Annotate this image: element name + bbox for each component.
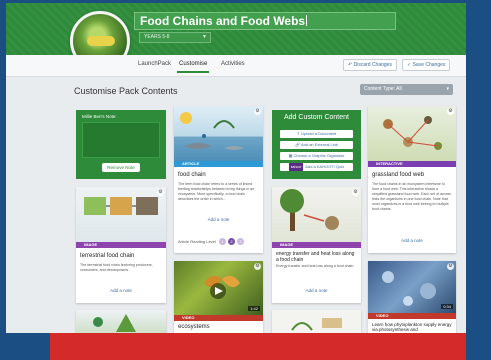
card-menu-icon[interactable]: ⚙ [447, 263, 454, 270]
card-title: terrestrial food chain [80, 253, 135, 259]
type-tag: IMAGE [76, 242, 166, 248]
note-label: Millie Ben's Note: [82, 114, 117, 119]
card-grassland-food-web[interactable]: ⚙ INTERACTIVE grassland food web The foo… [368, 106, 456, 253]
card-food-chain[interactable]: ⚙ ARTICLE food chain The term food chain… [174, 106, 263, 253]
tab-launchpack[interactable]: LaunchPack [138, 61, 171, 67]
type-tag: ARTICLE [174, 161, 263, 167]
tab-bar: LaunchPack Customise Activities ↶ Discar… [6, 55, 466, 77]
reading-level-3[interactable]: 3 [236, 238, 244, 245]
content-type-filter[interactable]: Content Type: All ▾ [360, 84, 453, 95]
upload-document-button[interactable]: ⇪ Upload a Document [280, 130, 353, 138]
type-tag: INTERACTIVE [368, 161, 456, 167]
grassland-image [368, 106, 456, 161]
card-title: ecosystems [178, 324, 210, 330]
card-description: The term food chain refers to a series o… [178, 182, 255, 201]
reading-level-2[interactable]: 2 [227, 238, 235, 245]
pack-header: Food Chains and Food Webs YEARS 5-8 ▼ [6, 3, 466, 71]
type-tag: VIDEO [174, 315, 263, 321]
backdrop-accent [50, 330, 491, 360]
card-menu-icon[interactable]: ⚙ [352, 189, 359, 196]
text-caret [306, 15, 308, 26]
card-description: The food chains in an ecosystem intertwi… [372, 182, 451, 211]
chevron-down-icon: ▾ [446, 86, 449, 92]
add-external-link-button[interactable]: 🔗 Add an External Link [280, 141, 353, 149]
card-title: Learn how phytoplankton supply energy vi… [372, 322, 452, 332]
card-title: energy transfer and heat loss along a fo… [276, 251, 355, 263]
type-tag: VIDEO [368, 313, 456, 319]
card-description: The terrestrial food chain featuring pro… [80, 263, 153, 272]
chevron-down-icon: ▼ [202, 34, 207, 40]
reading-level: Article Reading Level 123 [178, 238, 244, 245]
video-duration: 0:34 [441, 304, 453, 309]
teacher-note-card: Millie Ben's Note: Remove Note [76, 110, 166, 179]
backdrop-right [466, 0, 491, 360]
add-note-link[interactable]: Add a note [76, 288, 166, 293]
card-menu-icon[interactable]: ⚙ [254, 108, 261, 115]
caterpillar-image [87, 36, 115, 46]
tab-customise[interactable]: Customise [176, 61, 210, 73]
energy-transfer-image [272, 187, 361, 242]
reading-level-1[interactable]: 1 [218, 238, 226, 245]
section-title: Customise Pack Contents [74, 86, 178, 96]
card-partial-left[interactable] [76, 310, 166, 333]
level-select[interactable]: YEARS 5-8 ▼ [139, 32, 211, 43]
card-partial-middle[interactable] [272, 310, 361, 333]
card-title: food chain [178, 172, 206, 178]
note-textarea[interactable] [82, 122, 160, 158]
tab-activities[interactable]: Activities [221, 61, 245, 67]
add-note-link[interactable]: Add a note [272, 288, 361, 293]
video-duration: 1:42 [248, 306, 260, 311]
card-menu-icon[interactable]: ⚙ [254, 263, 261, 270]
remove-note-button[interactable]: Remove Note [102, 163, 140, 172]
app-window: Food Chains and Food Webs YEARS 5-8 ▼ La… [6, 3, 466, 333]
card-description: Energy transfer and heat loss along a fo… [276, 264, 355, 268]
terrestrial-image [76, 187, 166, 242]
add-note-link[interactable]: Add a note [174, 217, 263, 222]
food-chain-image [174, 106, 263, 161]
save-changes-button[interactable]: ✓ Save Changes [402, 59, 451, 71]
add-note-link[interactable]: Add a note [368, 238, 456, 243]
card-ecosystems-video[interactable]: ⚙ 1:42 VIDEO ecosystems [174, 261, 263, 333]
card-menu-icon[interactable]: ⚙ [157, 189, 164, 196]
card-phytoplankton-video[interactable]: ⚙ 0:34 VIDEO Learn how phytoplankton sup… [368, 261, 456, 333]
pack-title-input[interactable]: Food Chains and Food Webs [134, 12, 396, 30]
add-custom-content-card: Add Custom Content ⇪ Upload a Document 🔗… [272, 110, 361, 179]
card-title: grassland food web [372, 172, 425, 178]
card-terrestrial-food-chain[interactable]: ⚙ IMAGE terrestrial food chain The terre… [76, 187, 166, 303]
card-thumbnail [76, 310, 166, 333]
custom-content-title: Add Custom Content [284, 114, 349, 121]
discard-changes-button[interactable]: ↶ Discard Changes [343, 59, 397, 71]
add-kahoot-quiz-button[interactable]: kahoot Add a KAHOOT! Quiz [280, 163, 353, 171]
choose-graphic-organiser-button[interactable]: ▦ Choose a Graphic Organiser [280, 152, 353, 160]
card-energy-transfer[interactable]: ⚙ IMAGE energy transfer and heat loss al… [272, 187, 361, 303]
card-menu-icon[interactable]: ⚙ [447, 108, 454, 115]
type-tag: IMAGE [272, 242, 361, 248]
kahoot-logo: kahoot [288, 163, 304, 171]
card-thumbnail [272, 310, 361, 333]
